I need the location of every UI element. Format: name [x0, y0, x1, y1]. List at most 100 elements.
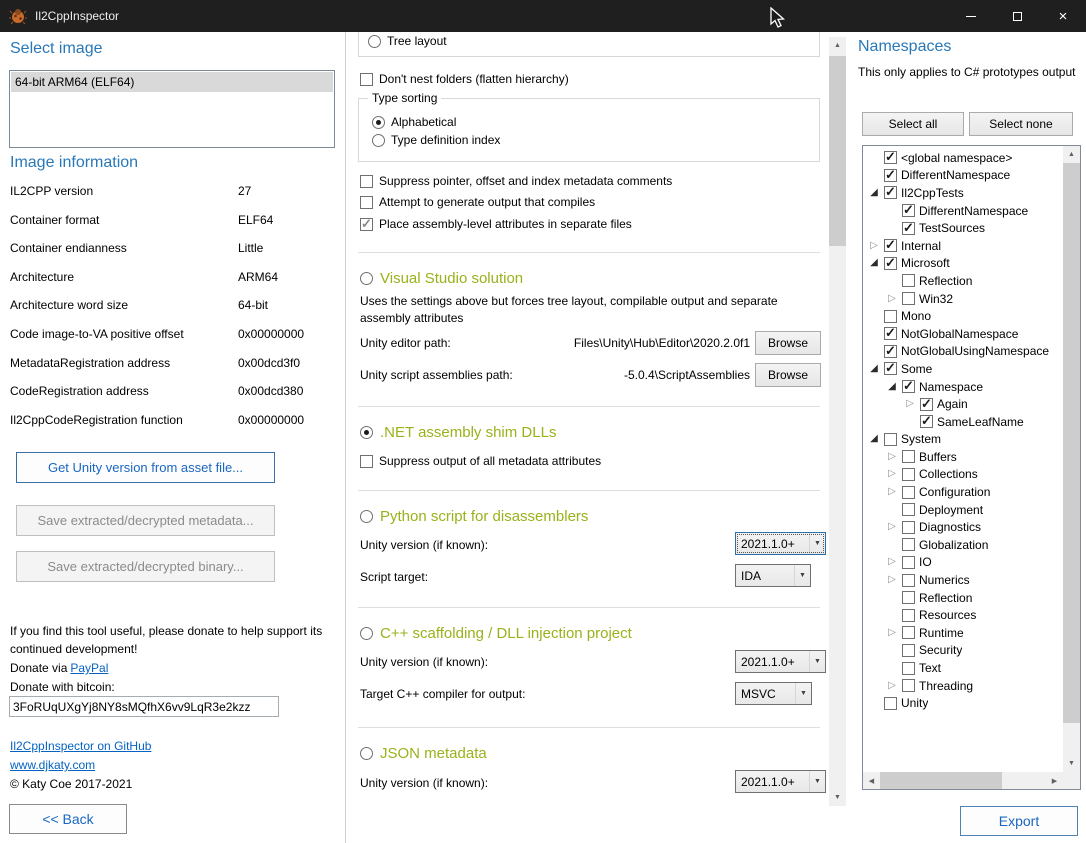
- namespace-checkbox[interactable]: [884, 169, 897, 182]
- collapsed-expander-icon[interactable]: ▷: [886, 487, 898, 497]
- namespace-checkbox[interactable]: [902, 662, 915, 675]
- namespace-tree-item[interactable]: DifferentNamespace: [864, 167, 1062, 185]
- namespace-label[interactable]: Diagnostics: [919, 520, 981, 534]
- namespace-checkbox[interactable]: [920, 398, 933, 411]
- collapsed-expander-icon[interactable]: ▷: [886, 452, 898, 462]
- namespace-tree-item[interactable]: ▷ IO: [864, 554, 1062, 572]
- namespace-label[interactable]: Win32: [919, 292, 953, 306]
- maximize-button[interactable]: [994, 0, 1040, 32]
- namespace-label[interactable]: Il2CppTests: [901, 186, 964, 200]
- namespace-checkbox[interactable]: [884, 310, 897, 323]
- namespace-label[interactable]: Configuration: [919, 485, 990, 499]
- namespace-tree-item[interactable]: ◢ Namespace: [864, 378, 1062, 396]
- scroll-down-icon[interactable]: ▼: [829, 789, 846, 806]
- namespace-checkbox[interactable]: [902, 521, 915, 534]
- namespace-tree-item[interactable]: ◢Il2CppTests: [864, 184, 1062, 202]
- namespace-label[interactable]: Reflection: [919, 591, 972, 605]
- expanded-expander-icon[interactable]: ◢: [868, 258, 880, 268]
- namespace-label[interactable]: TestSources: [919, 221, 985, 235]
- scroll-up-icon[interactable]: ▲: [1063, 146, 1080, 163]
- image-list-item-selected[interactable]: 64-bit ARM64 (ELF64): [11, 72, 333, 92]
- json-metadata-radio[interactable]: [360, 747, 373, 760]
- namespace-checkbox[interactable]: [884, 186, 897, 199]
- select-none-button[interactable]: Select none: [969, 112, 1073, 136]
- scroll-down-icon[interactable]: ▼: [1063, 755, 1080, 772]
- namespace-tree-item[interactable]: ◢System: [864, 431, 1062, 449]
- python-unity-version-combobox[interactable]: 2021.1.0+ ▼: [735, 532, 826, 555]
- back-button[interactable]: << Back: [9, 804, 127, 834]
- collapsed-expander-icon[interactable]: ▷: [886, 681, 898, 691]
- namespace-tree-item[interactable]: ◢ Microsoft: [864, 255, 1062, 273]
- bitcoin-address-input[interactable]: [9, 696, 279, 717]
- namespace-label[interactable]: Reflection: [919, 274, 972, 288]
- namespace-label[interactable]: Unity: [901, 696, 928, 710]
- collapsed-expander-icon[interactable]: ▷: [886, 469, 898, 479]
- tree-horizontal-scrollbar[interactable]: ◀ ▶: [863, 772, 1063, 789]
- website-link[interactable]: www.djkaty.com: [10, 758, 95, 772]
- namespace-checkbox[interactable]: [884, 151, 897, 164]
- namespace-tree-item[interactable]: <global namespace>: [864, 149, 1062, 167]
- namespace-checkbox[interactable]: [884, 697, 897, 710]
- namespace-label[interactable]: IO: [919, 555, 932, 569]
- namespace-tree-item[interactable]: ▷Diagnostics: [864, 518, 1062, 536]
- namespace-label[interactable]: Some: [901, 362, 932, 376]
- tree-layout-radio[interactable]: [368, 35, 381, 48]
- namespace-tree-item[interactable]: Mono: [864, 307, 1062, 325]
- namespace-checkbox[interactable]: [902, 380, 915, 393]
- namespace-tree-item[interactable]: Security: [864, 642, 1062, 660]
- namespace-checkbox[interactable]: [884, 433, 897, 446]
- namespace-label[interactable]: Runtime: [919, 626, 964, 640]
- namespace-tree-item[interactable]: Unity: [864, 694, 1062, 712]
- alphabetical-radio[interactable]: [372, 116, 385, 129]
- scrollbar-thumb[interactable]: [829, 56, 846, 246]
- namespace-label[interactable]: Numerics: [919, 573, 970, 587]
- namespace-label[interactable]: Microsoft: [901, 256, 950, 270]
- namespace-tree-item[interactable]: ▷ Again: [864, 395, 1062, 413]
- collapsed-expander-icon[interactable]: ▷: [904, 399, 916, 409]
- namespace-tree-item[interactable]: ▷ Configuration: [864, 483, 1062, 501]
- suppress-attributes-checkbox-row[interactable]: Suppress output of all metadata attribut…: [360, 454, 601, 468]
- script-target-combobox[interactable]: IDA ▼: [735, 564, 811, 587]
- namespace-tree-item[interactable]: ▷ Numerics: [864, 571, 1062, 589]
- namespace-tree-item[interactable]: Text: [864, 659, 1062, 677]
- namespace-label[interactable]: System: [901, 432, 941, 446]
- suppress-attributes-checkbox[interactable]: [360, 455, 373, 468]
- visual-studio-section-radio-row[interactable]: Visual Studio solution: [360, 270, 523, 287]
- expanded-expander-icon[interactable]: ◢: [886, 382, 898, 392]
- scroll-up-icon[interactable]: ▲: [829, 37, 846, 54]
- collapsed-expander-icon[interactable]: ▷: [886, 557, 898, 567]
- namespace-label[interactable]: DifferentNamespace: [919, 204, 1028, 218]
- namespace-checkbox[interactable]: [902, 591, 915, 604]
- namespace-checkbox[interactable]: [902, 486, 915, 499]
- chevron-down-icon[interactable]: ▼: [795, 683, 811, 704]
- namespace-checkbox[interactable]: [902, 679, 915, 692]
- namespace-checkbox[interactable]: [902, 204, 915, 217]
- namespace-label[interactable]: Deployment: [919, 503, 983, 517]
- select-all-button[interactable]: Select all: [862, 112, 964, 136]
- namespace-label[interactable]: NotGlobalUsingNamespace: [901, 344, 1049, 358]
- namespace-checkbox[interactable]: [902, 274, 915, 287]
- chevron-down-icon[interactable]: ▼: [809, 533, 825, 554]
- suppress-comments-checkbox-row[interactable]: Suppress pointer, offset and index metad…: [360, 174, 672, 188]
- namespace-tree-item[interactable]: ▷Runtime: [864, 624, 1062, 642]
- namespace-checkbox[interactable]: [884, 327, 897, 340]
- namespace-label[interactable]: Globalization: [919, 538, 988, 552]
- namespace-tree-item[interactable]: TestSources: [864, 219, 1062, 237]
- namespace-label[interactable]: <global namespace>: [901, 151, 1012, 165]
- namespace-label[interactable]: Security: [919, 643, 962, 657]
- namespace-tree-item[interactable]: ▷Collections: [864, 466, 1062, 484]
- namespace-tree-item[interactable]: ▷Win32: [864, 290, 1062, 308]
- browse-assemblies-path-button[interactable]: Browse: [755, 363, 821, 387]
- namespace-tree-item[interactable]: Globalization: [864, 536, 1062, 554]
- namespace-label[interactable]: Namespace: [919, 380, 983, 394]
- namespace-checkbox[interactable]: [920, 415, 933, 428]
- namespace-checkbox[interactable]: [902, 538, 915, 551]
- namespace-checkbox[interactable]: [902, 574, 915, 587]
- export-button[interactable]: Export: [960, 806, 1078, 836]
- alphabetical-radio-row[interactable]: Alphabetical: [372, 115, 456, 129]
- scroll-left-icon[interactable]: ◀: [863, 772, 880, 789]
- collapsed-expander-icon[interactable]: ▷: [886, 575, 898, 585]
- namespace-checkbox[interactable]: [884, 362, 897, 375]
- namespace-label[interactable]: Again: [937, 397, 968, 411]
- chevron-down-icon[interactable]: ▼: [794, 565, 810, 586]
